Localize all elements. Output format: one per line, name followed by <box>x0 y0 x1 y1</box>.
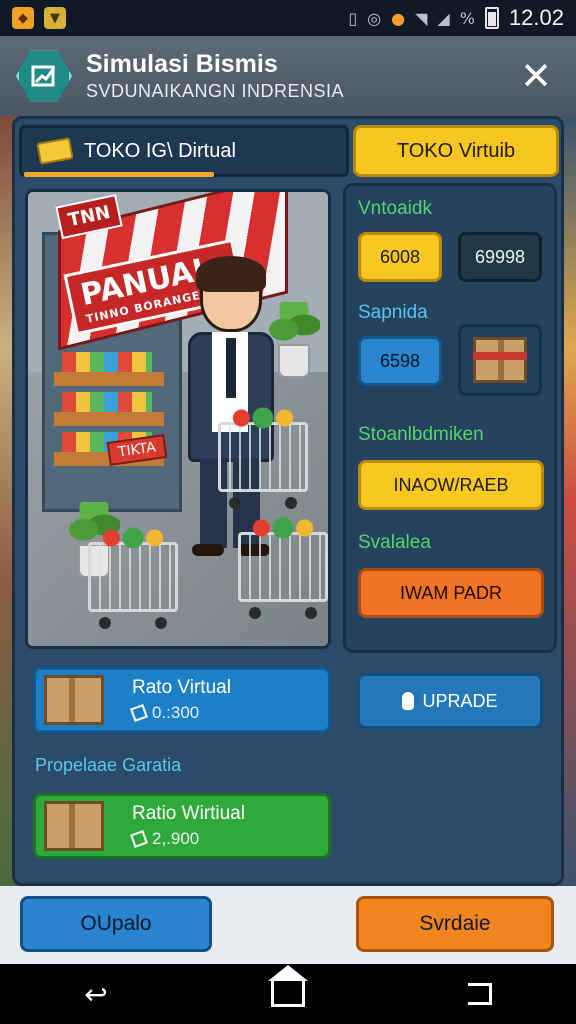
signal-percent: % <box>459 8 475 28</box>
upgrade-label: UPRADE <box>422 690 498 711</box>
stock-action-button[interactable]: INAOW/RAEB <box>358 460 544 510</box>
main-panel: TOKO IG\ Dirtual TOKO Virtuib TNN PANUAL… <box>12 116 564 886</box>
box-graphic <box>44 801 104 851</box>
header-text: Simulasi Bismis SVDUNAIKANGN INDRENSIA <box>86 50 344 102</box>
cart-wheel <box>99 617 111 629</box>
shopping-cart-icon <box>238 517 328 619</box>
recent-apps-icon[interactable] <box>450 972 510 1016</box>
card-name: Rato Virtual <box>132 677 231 698</box>
hand-icon <box>402 692 415 710</box>
recent-glyph <box>468 983 492 1005</box>
box-graphic <box>44 675 104 725</box>
footer-bar: OUpalo Svrdaie <box>0 886 576 964</box>
ticket-icon <box>36 137 74 165</box>
cart-wheel <box>229 497 241 509</box>
signal-icon: ◢ <box>437 8 450 28</box>
status-bar: ◆ ▼ ▯ ◎ ● ◥ ◢ % 12.02 <box>0 0 576 36</box>
tab-store-virtual-active[interactable]: TOKO Virtuib <box>353 125 559 177</box>
card-price: 2,.900 <box>152 829 200 848</box>
price-tag-icon <box>130 704 148 722</box>
character-hair <box>196 256 266 292</box>
sync-icon: ◎ <box>367 8 382 28</box>
box-graphic <box>473 337 527 383</box>
wifi-icon: ◥ <box>415 8 428 28</box>
store-goods <box>62 392 152 412</box>
card-price: 0.:300 <box>152 703 200 722</box>
section-label-spending: Sapnida <box>358 302 428 323</box>
store-shelf <box>54 372 164 386</box>
card-name: Ratio Wirtiual <box>132 803 245 824</box>
cart-wheel <box>155 617 167 629</box>
section-label-stock: Stoanlbdmiken <box>358 424 484 445</box>
back-icon[interactable]: ↩ <box>66 972 126 1016</box>
battery-icon <box>484 7 499 29</box>
character-tie <box>226 338 236 398</box>
app-title: Simulasi Bismis <box>86 50 278 78</box>
gift-box-icon[interactable] <box>458 324 542 396</box>
chart-up-icon <box>16 50 72 102</box>
product-card[interactable]: Rato Virtual 0.:300 <box>33 667 331 733</box>
tab-label: TOKO IG\ Dirtual <box>84 139 236 162</box>
list-label: Propelaae Garatia <box>35 755 182 775</box>
system-icons: ▯ ◎ ● ◥ ◢ % 12.02 <box>348 5 564 31</box>
chart-up-glyph <box>31 65 56 87</box>
tab-store-virtual[interactable]: TOKO IG\ Dirtual <box>19 125 349 177</box>
section-label-inventory: Vntoaidk <box>358 198 432 219</box>
cart-wheel <box>285 497 297 509</box>
store-scene: TNN PANUAL TINNO BORANGESAM TIKTA <box>25 189 331 649</box>
home-glyph <box>268 965 308 1007</box>
inventory-value-button[interactable]: 6008 <box>358 232 442 282</box>
card-price-row: 2,.900 <box>130 829 245 849</box>
card-price-row: 0.:300 <box>130 703 231 723</box>
card-text: Rato Virtual 0.:300 <box>130 677 231 723</box>
store-goods <box>62 352 152 372</box>
upgrade-button[interactable]: UPRADE <box>357 673 543 729</box>
shopping-cart-icon <box>88 527 178 629</box>
sales-action-button[interactable]: IWAM PADR <box>358 568 544 618</box>
app-subtitle: SVDUNAIKANGN INDRENSIA <box>86 81 345 101</box>
app-header: Simulasi Bismis SVDUNAIKANGN INDRENSIA ✕ <box>0 36 576 116</box>
home-icon[interactable] <box>258 965 318 1016</box>
navigation-bar: ↩ <box>0 964 576 1024</box>
price-tag-icon <box>130 830 148 848</box>
notification-icons: ◆ ▼ <box>12 7 66 29</box>
footer-right-button[interactable]: Svrdaie <box>356 896 554 952</box>
tab-progress-bar <box>24 172 214 177</box>
stock-value-button[interactable]: 69998 <box>458 232 542 282</box>
card-text: Ratio Wirtiual 2,.900 <box>130 803 245 849</box>
location-icon: ● <box>391 8 406 28</box>
package-icon: ◆ <box>12 7 34 29</box>
vibrate-icon: ▯ <box>348 8 358 28</box>
footer-left-button[interactable]: OUpalo <box>20 896 212 952</box>
store-shelf <box>54 412 164 426</box>
cardboard-box-icon <box>44 675 104 725</box>
character-shoe <box>192 544 224 556</box>
spending-value-button[interactable]: 6598 <box>358 336 442 386</box>
box-ribbon <box>473 352 527 360</box>
close-icon[interactable]: ✕ <box>514 54 558 98</box>
clock: 12.02 <box>508 5 564 30</box>
section-label-sales: Svalalea <box>358 532 431 553</box>
stats-panel: Vntoaidk 6008 69998 Sapnida 6598 Stoanlb… <box>343 183 557 653</box>
cart-wheel <box>249 607 261 619</box>
shopping-cart-icon <box>218 407 308 509</box>
cart-wheel <box>305 607 317 619</box>
ticket-icon: ▼ <box>44 7 66 29</box>
coin-box-icon <box>44 801 104 851</box>
product-card[interactable]: Ratio Wirtiual 2,.900 <box>33 793 331 859</box>
